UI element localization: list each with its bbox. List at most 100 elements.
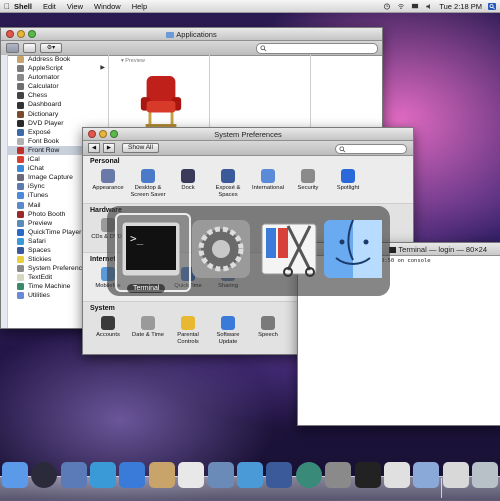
menu-app-name[interactable]: Shell <box>14 2 32 11</box>
dock-trash-icon[interactable] <box>472 462 499 488</box>
pref-pane-item[interactable]: Dock <box>168 169 208 198</box>
timemachine-icon[interactable] <box>383 3 391 10</box>
pref-pane-item[interactable]: Appearance <box>88 169 128 198</box>
pref-pane-item[interactable]: Exposé & Spaces <box>208 169 248 198</box>
list-item-label: Dashboard <box>28 101 62 109</box>
pref-pane-item[interactable]: Software Update <box>208 316 248 345</box>
close-button[interactable] <box>88 130 96 138</box>
display-icon[interactable] <box>411 3 419 10</box>
list-item[interactable]: Address Book <box>8 55 108 64</box>
app-icon <box>17 65 24 73</box>
app-icon <box>17 74 24 82</box>
show-all-button[interactable]: Show All <box>122 143 159 153</box>
dock-spaces-icon[interactable] <box>266 462 293 488</box>
pref-pane-item[interactable]: Speech <box>248 316 288 345</box>
section-heading: System <box>90 305 115 312</box>
menu-clock[interactable]: Tue 2:18 PM <box>439 2 482 11</box>
dock-terminal-icon[interactable] <box>354 462 381 488</box>
list-item[interactable]: Automator <box>8 73 108 82</box>
list-item[interactable]: Dashboard <box>8 100 108 109</box>
dock-preview-icon[interactable] <box>207 462 234 488</box>
pref-pane-item[interactable]: Spotlight <box>328 169 368 198</box>
pref-pane-item[interactable]: Parental Controls <box>168 316 208 345</box>
finder-search-field[interactable] <box>256 43 378 54</box>
spotlight-icon[interactable] <box>488 2 496 10</box>
dock-ichat-icon[interactable] <box>119 462 146 488</box>
dock-system-preferences-icon[interactable] <box>325 462 352 488</box>
dock-itunes-icon[interactable] <box>237 462 263 488</box>
volume-icon[interactable] <box>425 3 433 10</box>
forward-button[interactable]: ▶ <box>103 143 115 153</box>
dock-ical-icon[interactable] <box>178 462 205 488</box>
pref-pane-icon <box>261 316 275 330</box>
finder-titlebar[interactable]: Applications <box>1 28 382 41</box>
dock-time-machine-icon[interactable] <box>295 462 322 488</box>
list-item-label: Mail <box>28 201 41 209</box>
minimize-button[interactable] <box>17 30 25 38</box>
list-item[interactable]: Dictionary <box>8 110 108 119</box>
terminal-app-icon[interactable]: >_ <box>120 218 182 280</box>
list-item-label: Front Row <box>28 146 60 154</box>
pref-pane-icon <box>141 169 155 183</box>
list-item[interactable]: Calculator <box>8 82 108 91</box>
dock-safari-icon[interactable] <box>89 462 116 488</box>
dock-finder-icon[interactable] <box>1 462 28 488</box>
app-icon <box>17 83 24 91</box>
menu-edit[interactable]: Edit <box>43 2 56 11</box>
pref-pane-icon <box>221 316 235 330</box>
system-preferences-app-icon[interactable] <box>190 218 252 280</box>
dock-address-book-icon[interactable] <box>148 462 175 488</box>
disclosure-arrow-icon: ▶ <box>100 65 105 72</box>
minimize-button[interactable] <box>99 130 107 138</box>
app-icon <box>17 165 24 173</box>
search-icon <box>260 45 267 52</box>
section-heading: Personal <box>90 158 120 165</box>
menu-help[interactable]: Help <box>132 2 147 11</box>
pref-pane-icon <box>181 316 195 330</box>
dock-mail-icon[interactable] <box>60 462 87 488</box>
apple-menu-icon[interactable]:  <box>0 2 14 11</box>
app-icon <box>17 292 24 300</box>
pref-pane-icon <box>301 169 315 183</box>
svg-text:>_: >_ <box>130 232 144 245</box>
zoom-button[interactable] <box>110 130 118 138</box>
app-icon <box>17 128 24 136</box>
finder-app-icon[interactable] <box>322 218 384 280</box>
pref-pane-item[interactable]: International <box>248 169 288 198</box>
view-column-button[interactable] <box>6 43 19 53</box>
app-icon <box>17 265 24 273</box>
list-item-label: Image Capture <box>28 174 73 182</box>
menu-view[interactable]: View <box>67 2 83 11</box>
list-item[interactable]: AppleScript ▶ <box>8 64 108 73</box>
window-controls <box>88 130 118 138</box>
dock-script-editor-icon[interactable] <box>384 462 411 488</box>
app-icon <box>17 274 24 282</box>
front-row-chair-icon <box>140 76 182 127</box>
script-editor-app-icon[interactable] <box>258 218 320 280</box>
finder-sidebar-edge <box>1 55 8 328</box>
view-coverflow-button[interactable] <box>23 43 36 53</box>
close-button[interactable] <box>6 30 14 38</box>
pref-pane-item[interactable]: Accounts <box>88 316 128 345</box>
dock-documents-icon[interactable] <box>442 462 469 488</box>
pref-pane-item[interactable]: Security <box>288 169 328 198</box>
zoom-button[interactable] <box>28 30 36 38</box>
action-gear-button[interactable]: ⚙▾ <box>40 43 62 53</box>
list-item-label: Address Book <box>28 56 71 63</box>
pref-pane-item[interactable]: Date & Time <box>128 316 168 345</box>
pref-pane-item[interactable]: Desktop & Screen Saver <box>128 169 168 198</box>
syspref-titlebar[interactable]: System Preferences <box>83 128 413 141</box>
wifi-icon[interactable] <box>397 3 405 10</box>
back-button[interactable]: ◀ <box>88 143 100 153</box>
list-item-label: Chess <box>28 92 48 100</box>
dock-dashboard-icon[interactable] <box>31 462 58 488</box>
syspref-search-field[interactable] <box>335 144 407 154</box>
syspref-toolbar: ◀ ▶ Show All <box>83 141 413 156</box>
menu-window[interactable]: Window <box>94 2 121 11</box>
switcher-selected-label: Terminal <box>127 284 166 293</box>
dock-downloads-icon[interactable] <box>413 462 440 488</box>
app-icon <box>17 183 24 191</box>
list-item-label: iTunes <box>28 192 49 200</box>
list-item[interactable]: Chess <box>8 91 108 100</box>
app-icon <box>17 201 24 209</box>
